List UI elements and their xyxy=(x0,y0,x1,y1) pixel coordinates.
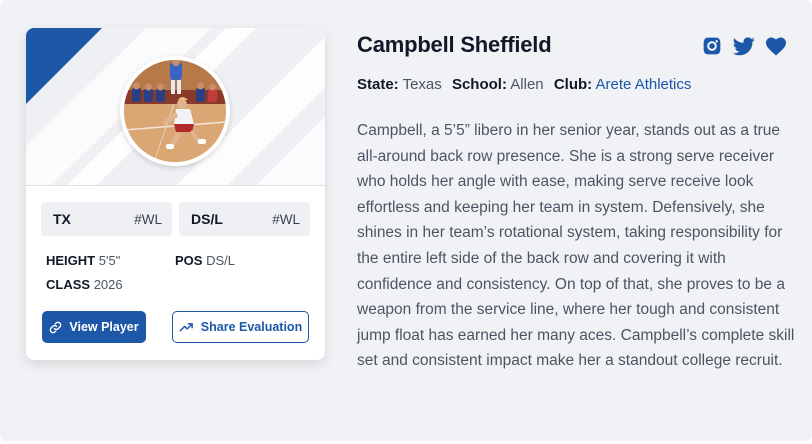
position-code: DS/L xyxy=(191,211,223,227)
player-card: TX #WL DS/L #WL HEIGHT 5'5" POS DS/L CLA… xyxy=(26,28,325,360)
position-rank: #WL xyxy=(272,211,300,227)
school-label: School: xyxy=(451,76,507,93)
share-evaluation-label: Share Evaluation xyxy=(200,320,303,334)
state-rank-chip: TX #WL xyxy=(41,202,172,236)
state-label: State: xyxy=(357,76,399,93)
class-stat: CLASS 2026 xyxy=(46,277,123,292)
position-stat: POS DS/L xyxy=(175,253,235,268)
player-meta: State: Texas School: Allen Club: Arete A… xyxy=(357,76,691,93)
card-header xyxy=(26,28,325,186)
state-code: TX xyxy=(53,211,71,227)
player-panel: TX #WL DS/L #WL HEIGHT 5'5" POS DS/L CLA… xyxy=(0,0,812,441)
height-value: 5'5" xyxy=(98,253,121,268)
class-label: CLASS xyxy=(46,277,91,292)
school-value: Allen xyxy=(510,76,544,93)
link-icon xyxy=(49,321,62,334)
pos-label: POS xyxy=(175,253,203,268)
class-value: 2026 xyxy=(93,277,123,292)
pos-value: DS/L xyxy=(206,253,235,268)
height-stat: HEIGHT 5'5" xyxy=(46,253,120,268)
state-rank: #WL xyxy=(134,211,162,227)
twitter-icon[interactable] xyxy=(733,35,755,57)
view-player-button[interactable]: View Player xyxy=(42,311,146,343)
player-name: Campbell Sheffield xyxy=(357,32,552,57)
state-value: Texas xyxy=(402,76,442,93)
social-links xyxy=(701,35,787,57)
height-label: HEIGHT xyxy=(46,253,96,268)
club-label: Club: xyxy=(553,76,593,93)
heart-icon[interactable] xyxy=(765,35,787,57)
view-player-label: View Player xyxy=(69,320,139,334)
club-link[interactable]: Arete Athletics xyxy=(596,76,692,93)
position-rank-chip: DS/L #WL xyxy=(179,202,310,236)
share-evaluation-button[interactable]: Share Evaluation xyxy=(172,311,309,343)
player-bio: Campbell, a 5’5” libero in her senior ye… xyxy=(357,122,795,370)
instagram-icon[interactable] xyxy=(701,35,723,57)
trending-up-icon xyxy=(179,321,194,333)
player-photo xyxy=(120,56,230,166)
